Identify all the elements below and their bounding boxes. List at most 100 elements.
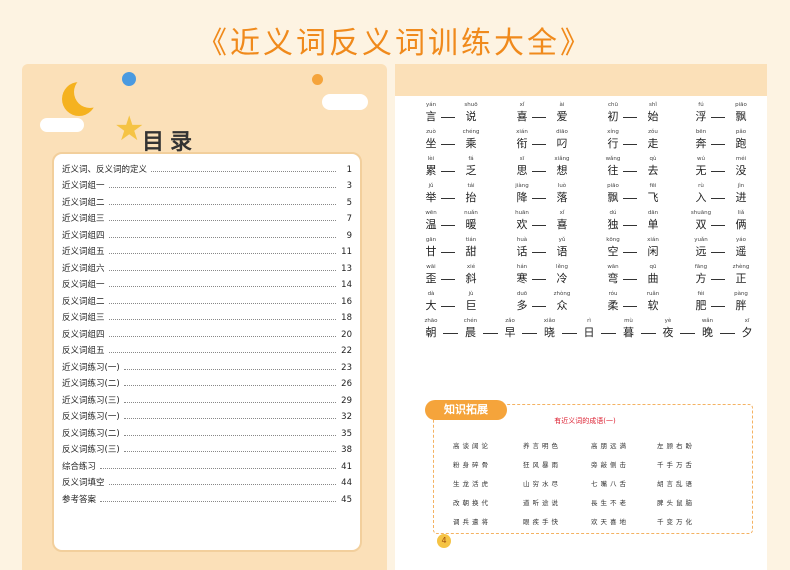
idiom: 長生不老 (591, 499, 629, 507)
toc-item-label: 反义词组五 (62, 346, 105, 356)
character: 曲 (647, 272, 659, 285)
word-pair-row: dà 大 jù 巨 duō 多 zhòng 众 róu 柔 ruǎn 软 féi 肥 pàng 胖 (405, 290, 765, 316)
pinyin: luò (557, 183, 567, 189)
pinyin: xíng (607, 129, 619, 135)
word-pair: jiàng 降 luò 落 (510, 182, 590, 208)
toc-leader (108, 484, 336, 485)
word-a: wāi 歪 (419, 263, 443, 287)
toc-item[interactable]: 反义词组二 16 (62, 290, 352, 307)
pinyin: yuǎn (694, 237, 708, 243)
toc-item[interactable]: 近义词组五 11 (62, 241, 352, 257)
word-a: huān 欢 (510, 209, 534, 233)
toc-leader (108, 253, 336, 254)
toc-item-page: 26 (341, 379, 352, 389)
toc-item[interactable]: 综合练习 41 (62, 455, 352, 472)
character: 没 (735, 164, 747, 177)
character: 欢 (516, 218, 528, 231)
dash (532, 117, 546, 118)
word-b: fēi 飞 (641, 182, 665, 206)
toc-item[interactable]: 近义词组二 5 (62, 191, 352, 208)
idiom: 千变万化 (657, 518, 695, 526)
dash (711, 252, 725, 253)
toc-item[interactable]: 反义词组三 18 (62, 307, 352, 323)
word-b: xián 闲 (641, 236, 665, 260)
pinyin: lèi (427, 156, 435, 162)
toc-item[interactable]: 近义词组一 3 (62, 175, 352, 191)
word-pair-row: wēn 温 nuǎn 暖 huān 欢 xǐ 喜 dú 独 dān 单 shuāng 双 liǎ 俩 (405, 209, 765, 235)
character: 抬 (465, 191, 477, 204)
word-a: jiàng 降 (510, 182, 534, 206)
word-chain-row: zhāo 朝 chén 晨 zǎo 早 xiǎo 晓 rì 日 mù 暮 yè 夜 wǎn 晚 xī 夕 (405, 317, 765, 343)
chain-word: xī 夕 (735, 317, 759, 341)
pinyin: kōng (606, 237, 620, 243)
character: 奔 (695, 137, 707, 150)
word-pair: xíng 行 zǒu 走 (601, 128, 681, 154)
pinyin: xiǎo (543, 318, 556, 324)
toc-item-label: 反义词组三 (62, 313, 105, 323)
idiom: 狂风暴雨 (523, 461, 561, 469)
character: 跑 (735, 137, 747, 150)
toc-item[interactable]: 近义词练习(二) 26 (62, 373, 352, 389)
pinyin: bēn (695, 129, 707, 135)
word-pair: róu 柔 ruǎn 软 (601, 290, 681, 316)
toc-leader (123, 401, 336, 403)
toc-leader (108, 319, 336, 320)
toc-item[interactable]: 反义词练习(二) 35 (62, 422, 352, 439)
character: 暮 (623, 326, 634, 339)
pinyin: chéng (462, 129, 480, 135)
pinyin: yè (664, 318, 672, 324)
toc-leader (123, 418, 336, 419)
toc-item[interactable]: 参考答案 45 (62, 488, 352, 505)
toc-item[interactable]: 反义词练习(一) 32 (62, 406, 352, 422)
word-pair: fú 浮 piāo 飘 (689, 101, 769, 127)
pinyin: rì (587, 318, 591, 324)
toc-item-label: 反义词练习(一) (62, 412, 120, 422)
toc-item-page: 23 (341, 362, 352, 373)
word-a: bēn 奔 (689, 128, 713, 152)
pinyin: méi (735, 156, 747, 162)
character: 肥 (695, 299, 707, 312)
toc-box: 近义词、反义词的定义 1 近义词组一 3 近义词组二 5 近义词组三 7 近义词组四 9 近义词组五… (52, 152, 362, 552)
pinyin: lěng (556, 264, 568, 270)
character: 多 (516, 299, 528, 312)
chain-word: wǎn 晚 (696, 317, 720, 341)
chain-word: mù 暮 (617, 317, 641, 341)
dash (623, 306, 637, 307)
word-a: dú 独 (601, 209, 625, 233)
toc-item[interactable]: 近义词组三 7 (62, 208, 352, 224)
toc-item-label: 近义词组六 (62, 263, 105, 274)
character: 进 (735, 191, 747, 204)
word-b: ruǎn 软 (641, 290, 665, 314)
pinyin: xié (466, 264, 476, 270)
dash (711, 198, 725, 199)
toc-leader (100, 467, 336, 469)
character: 始 (647, 110, 659, 123)
moon-shadow (74, 76, 106, 108)
dash (532, 198, 546, 199)
toc-leader (100, 500, 336, 502)
word-pair-row: zuò 坐 chéng 乘 xián 衔 diāo 叼 xíng 行 zǒu 走 bēn 奔 pǎo 跑 (405, 128, 765, 154)
character: 晓 (544, 326, 555, 339)
word-a: hán 寒 (510, 263, 534, 287)
pinyin: duō (516, 291, 528, 297)
idiom: 旁敲侧击 (591, 461, 629, 469)
toc-item[interactable]: 近义词练习(三) 29 (62, 389, 352, 406)
toc-item[interactable]: 反义词组一 14 (62, 274, 352, 290)
toc-item[interactable]: 反义词组四 20 (62, 323, 352, 340)
toc-item[interactable]: 反义词组五 22 (62, 340, 352, 356)
character: 俩 (735, 218, 747, 231)
toc-item[interactable]: 近义词组六 13 (62, 257, 352, 274)
planet-icon (122, 72, 136, 86)
word-pair-row: gān 甘 tián 甜 huà 话 yǔ 语 kōng 空 xián 闲 yuǎn 远 yáo 遥 (405, 236, 765, 262)
toc-item[interactable]: 反义词练习(三) 38 (62, 439, 352, 455)
toc-item[interactable]: 近义词组四 9 (62, 224, 352, 241)
toc-item[interactable]: 反义词填空 44 (62, 472, 352, 488)
word-pair: sī 思 xiǎng 想 (510, 155, 590, 181)
word-pair: wǎng 往 qù 去 (601, 155, 681, 181)
word-b: xǐ 喜 (550, 209, 574, 233)
toc-item[interactable]: 近义词、反义词的定义 1 (62, 158, 352, 175)
word-b: dān 单 (641, 209, 665, 233)
word-a: yuǎn 远 (689, 236, 713, 260)
word-a: róu 柔 (601, 290, 625, 314)
toc-item[interactable]: 近义词练习(一) 23 (62, 356, 352, 373)
